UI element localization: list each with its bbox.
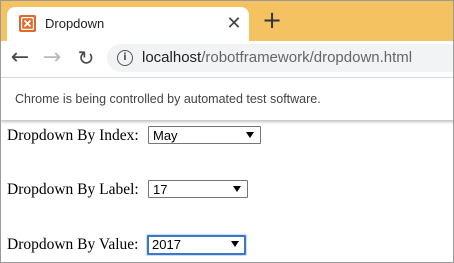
xampp-favicon-icon (19, 15, 36, 32)
new-tab-icon[interactable]: + (260, 8, 284, 32)
tab-dropdown[interactable]: Dropdown ✕ (7, 7, 249, 41)
dropdown-index-label: Dropdown By Index: (7, 127, 139, 144)
forward-arrow-icon[interactable]: → (39, 45, 65, 71)
tab-strip: Dropdown ✕ + (1, 1, 453, 41)
reload-icon[interactable]: ↻ (73, 45, 99, 71)
chevron-down-icon (231, 241, 239, 247)
url-text[interactable]: localhost/robotframework/dropdown.html (142, 49, 412, 66)
dropdown-by-value-select[interactable]: 2017 (147, 235, 246, 255)
automation-infobar: Chrome is being controlled by automated … (1, 77, 453, 120)
site-info-icon[interactable]: i (117, 50, 133, 66)
chevron-down-icon (233, 186, 241, 192)
dropdown-by-label-value: 17 (153, 182, 168, 197)
infobar-message: Chrome is being controlled by automated … (15, 92, 321, 106)
dropdown-by-index-select[interactable]: May (148, 126, 261, 144)
dropdown-by-index-value: May (153, 128, 178, 143)
dropdown-value-label: Dropdown By Value: (7, 236, 139, 253)
dropdown-label-label: Dropdown By Label: (7, 181, 139, 198)
back-arrow-icon[interactable]: ← (7, 45, 33, 71)
browser-window: Dropdown ✕ + ← → ↻ i localhost/robotfram… (0, 0, 454, 263)
tab-title: Dropdown (45, 16, 105, 31)
address-bar[interactable]: i localhost/robotframework/dropdown.html (107, 44, 453, 72)
close-tab-icon[interactable]: ✕ (225, 15, 243, 33)
url-host: localhost (142, 49, 202, 66)
chevron-down-icon (246, 132, 254, 138)
browser-toolbar: ← → ↻ i localhost/robotframework/dropdow… (1, 41, 453, 75)
dropdown-by-label-select[interactable]: 17 (148, 180, 248, 198)
page-content: Dropdown By Index: May Dropdown By Label… (1, 121, 453, 262)
url-path: /robotframework/dropdown.html (201, 49, 413, 66)
dropdown-by-value-value: 2017 (152, 237, 181, 252)
